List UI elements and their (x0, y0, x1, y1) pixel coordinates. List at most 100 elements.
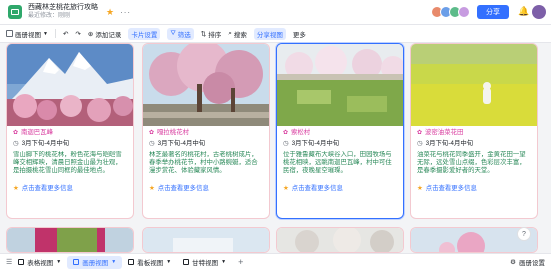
chevron-down-icon: ▼ (221, 259, 227, 265)
add-record-label: 添加记录 (95, 31, 122, 39)
toolbar-more-label: 更多 (292, 31, 306, 39)
kanban-icon (128, 259, 135, 265)
card-image (7, 228, 133, 252)
card-image-snow-mountain (7, 44, 133, 126)
card-link[interactable]: ★ 点击查看更多信息 (417, 185, 531, 193)
clock-icon: ◷ (149, 140, 155, 147)
card-time-row: ◷ 3月下旬-4月中旬 (13, 140, 127, 148)
card-link-label: 点击查看更多信息 (21, 185, 73, 192)
gallery-icon (73, 259, 80, 265)
card-title-row: ✿ 波密油菜花田 (417, 129, 531, 137)
share-button[interactable]: 分享 (477, 5, 509, 19)
help-button[interactable]: ? (517, 227, 531, 241)
bell-icon[interactable]: 🔔 (518, 6, 529, 17)
card-link[interactable]: ★ 点击查看更多信息 (13, 185, 127, 193)
card-title: 嘎拉桃花村 (157, 129, 189, 136)
gallery-card[interactable] (142, 227, 270, 253)
tab-label: 甘特视图 (192, 260, 219, 267)
card-settings-label: 卡片设置 (131, 31, 158, 39)
tab-kanban-view[interactable]: 看板视图 ▼ (122, 256, 177, 269)
filter-label: 筛选 (177, 31, 191, 39)
gallery-icon (6, 30, 13, 37)
gallery-card[interactable] (6, 227, 134, 253)
card-time: 3月下旬-4月中旬 (21, 140, 70, 147)
redo-icon[interactable]: ↷ (75, 30, 80, 38)
flower-icon: ✿ (283, 130, 289, 136)
avatar[interactable] (532, 5, 546, 19)
card-time-row: ◷ 3月下旬-4月中旬 (149, 140, 263, 148)
search-label: 搜索 (233, 31, 247, 39)
view-label: 画册视图 (15, 31, 41, 39)
add-record-button[interactable]: ⊕ 添加记录 (88, 29, 121, 39)
gallery-card[interactable]: ✿ 波密油菜花田 ◷ 3月下旬-4月中旬 油菜花与桃花同季盛开，金黄花田一望无际，远… (410, 43, 538, 219)
tab-gantt-view[interactable]: 甘特视图 ▼ (177, 256, 232, 269)
card-image (277, 228, 403, 252)
doc-subtitle: 最近修改：刚刚 (28, 13, 71, 19)
tab-label: 表格视图 (27, 260, 54, 267)
tab-gallery-view[interactable]: 画册视图 ▼ (67, 255, 123, 269)
toolbar-more-button[interactable]: 更多 (293, 29, 306, 39)
star-icon[interactable]: ★ (106, 7, 114, 18)
card-title-row: ✿ 嘎拉桃花村 (149, 129, 263, 137)
divider (54, 29, 56, 38)
card-link-label: 点击查看更多信息 (291, 185, 343, 192)
sort-label: 排序 (208, 31, 222, 39)
card-desc: 位于雅鲁藏布大峡谷入口，田园牧场与桃花相映，远眺南迦巴瓦峰，村中可住民宿，夜晚星… (283, 151, 392, 174)
filter-button[interactable]: ⛛ 筛选 (167, 27, 194, 40)
card-time-row: ◷ 3月下旬-4月中旬 (283, 140, 397, 148)
search-icon: ⌕ (228, 29, 232, 37)
sort-icon: ⇅ (200, 30, 207, 38)
share-view-label: 分享视图 (256, 31, 283, 39)
sort-button[interactable]: ⇅ 排序 (201, 29, 221, 39)
card-desc: 林芝最著名的桃花村，古老桃树成片，春季举办桃花节，村中小路蜿蜒，适合漫步赏花、体… (149, 151, 258, 174)
collaborator-avatars[interactable] (431, 6, 470, 18)
card-time: 3月下旬-4月中旬 (291, 140, 340, 147)
card-title: 索松村 (291, 129, 311, 136)
gallery-card[interactable] (276, 227, 404, 253)
chevron-down-icon: ▼ (111, 259, 117, 265)
card-link[interactable]: ★ 点击查看更多信息 (283, 185, 397, 193)
search-button[interactable]: ⌕ 搜索 (228, 29, 247, 39)
gallery-card[interactable]: ✿ 索松村 ◷ 3月下旬-4月中旬 位于雅鲁藏布大峡谷入口，田园牧场与桃花相映，远眺… (276, 43, 404, 219)
star-icon: ★ (417, 185, 423, 192)
share-view-button[interactable]: 分享视图 (253, 27, 286, 40)
flower-icon: ✿ (149, 130, 155, 136)
doc-title-block: 西藏林芝桃花旅行攻略 最近修改：刚刚 (28, 3, 98, 21)
card-link-label: 点击查看更多信息 (425, 185, 477, 192)
gallery-settings-label: 画册设置 (519, 260, 545, 267)
gallery-card[interactable]: ✿ 嘎拉桃花村 ◷ 3月下旬-4月中旬 林芝最著名的桃花村，古老桃树成片，春季举办桃… (142, 43, 270, 219)
flower-icon: ✿ (417, 130, 423, 136)
base-app-icon[interactable] (8, 5, 22, 19)
table-icon (18, 259, 25, 265)
undo-icon[interactable]: ↶ (63, 30, 68, 38)
card-time-row: ◷ 3月下旬-4月中旬 (417, 140, 531, 148)
star-icon: ★ (149, 185, 155, 192)
chevron-down-icon: ▼ (43, 30, 48, 37)
tab-table-view[interactable]: 表格视图 ▼ (12, 256, 67, 269)
card-desc: 油菜花与桃花同季盛开，金黄花田一望无际，远处雪山点缀，色彩层次丰富，是春季摄影爱… (417, 151, 526, 174)
avatar (458, 6, 470, 18)
view-switcher[interactable]: 画册视图 ▼ (6, 29, 48, 39)
gallery-settings-button[interactable]: ⚙ 画册设置 (510, 257, 545, 267)
add-view-icon[interactable]: + (238, 257, 243, 267)
card-link-label: 点击查看更多信息 (157, 185, 209, 192)
view-toolbar: 画册视图 ▼ ↶ ↷ ⊕ 添加记录 卡片设置 ⛛ 筛选 ⇅ 排序 ⌕ 搜索 分享视图 更… (0, 25, 551, 43)
card-title-row: ✿ 南迦巴瓦峰 (13, 129, 127, 137)
card-link[interactable]: ★ 点击查看更多信息 (149, 185, 263, 193)
clock-icon: ◷ (283, 140, 289, 147)
plus-icon: ⊕ (87, 30, 94, 38)
doc-title[interactable]: 西藏林芝桃花旅行攻略 (28, 3, 98, 12)
card-title-row: ✿ 索松村 (283, 129, 397, 137)
card-time: 3月下旬-4月中旬 (425, 140, 474, 147)
help-label: ? (522, 230, 526, 238)
card-title: 南迦巴瓦峰 (21, 129, 53, 136)
more-icon[interactable]: ··· (120, 8, 131, 17)
settings-icon: ⚙ (510, 259, 516, 266)
card-settings-button[interactable]: 卡片设置 (128, 27, 161, 40)
chevron-down-icon: ▼ (56, 259, 62, 265)
card-image-peach-tree (143, 44, 269, 126)
tab-label: 画册视图 (82, 260, 109, 267)
clock-icon: ◷ (13, 140, 19, 147)
gallery-card[interactable]: ✿ 南迦巴瓦峰 ◷ 3月下旬-4月中旬 雪山脚下的桃花林，粉色花海与皑皑雪峰交相辉映… (6, 43, 134, 219)
card-image-rapeseed-field (411, 44, 537, 126)
